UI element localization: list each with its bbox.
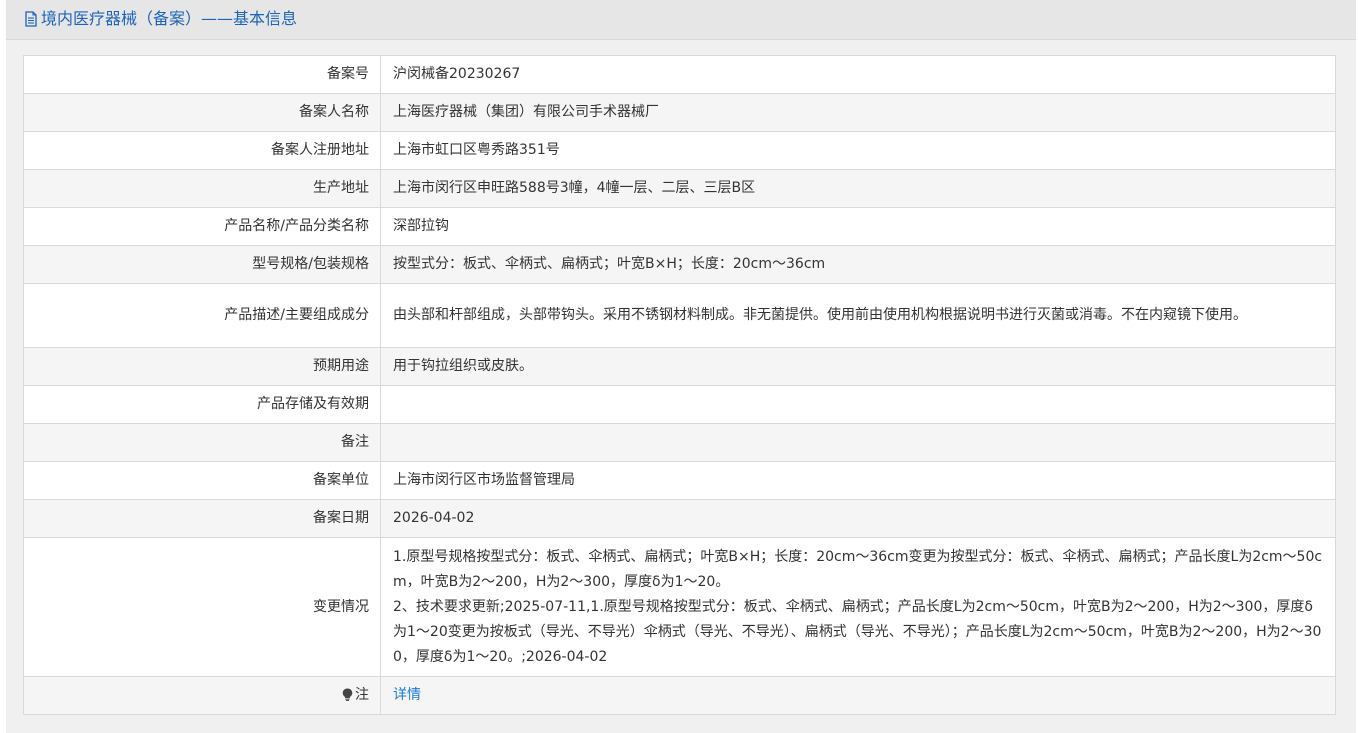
- table-row: 产品存储及有效期: [23, 385, 1336, 424]
- table-row: 注 详情: [23, 676, 1336, 715]
- page-title-text: 境内医疗器械（备案）——基本信息: [41, 9, 298, 28]
- row-label: 注: [355, 687, 369, 703]
- row-label: 变更情况: [23, 537, 381, 677]
- row-value: 详情: [380, 676, 1336, 715]
- page-title: 境内医疗器械（备案）——基本信息: [24, 8, 297, 30]
- row-label: 备案人注册地址: [23, 131, 381, 170]
- table-row: 备案单位 上海市闵行区市场监督管理局: [23, 461, 1336, 500]
- row-value: 由头部和杆部组成，头部带钩头。采用不锈钢材料制成。非无菌提供。使用前由使用机构根…: [380, 283, 1336, 348]
- row-label: 产品存储及有效期: [23, 385, 381, 424]
- row-label: 型号规格/包装规格: [23, 245, 381, 284]
- table-row: 产品名称/产品分类名称 深部拉钩: [23, 207, 1336, 246]
- lightbulb-icon: [342, 688, 353, 701]
- header-bar: 境内医疗器械（备案）——基本信息: [6, 0, 1356, 40]
- table-row: 备注: [23, 423, 1336, 462]
- table-row: 预期用途 用于钩拉组织或皮肤。: [23, 347, 1336, 386]
- row-value: 上海市闵行区申旺路588号3幢，4幢一层、二层、三层B区: [380, 169, 1336, 208]
- row-value: 用于钩拉组织或皮肤。: [380, 347, 1336, 386]
- table-row: 生产地址 上海市闵行区申旺路588号3幢，4幢一层、二层、三层B区: [23, 169, 1336, 208]
- row-label: 产品描述/主要组成成分: [23, 283, 381, 348]
- table-row: 型号规格/包装规格 按型式分：板式、伞柄式、扁柄式；叶宽B×H；长度：20cm～…: [23, 245, 1336, 284]
- page: 境内医疗器械（备案）——基本信息 备案号 沪闵械备20230267 备案人名称 …: [0, 0, 1358, 733]
- row-label: 备案单位: [23, 461, 381, 500]
- row-value: 沪闵械备20230267: [380, 55, 1336, 94]
- details-link[interactable]: 详情: [393, 687, 421, 703]
- table-row: 备案人名称 上海医疗器械（集团）有限公司手术器械厂: [23, 93, 1336, 132]
- row-label: 预期用途: [23, 347, 381, 386]
- basic-info-table: 备案号 沪闵械备20230267 备案人名称 上海医疗器械（集团）有限公司手术器…: [23, 55, 1336, 715]
- row-value: 上海市闵行区市场监督管理局: [380, 461, 1336, 500]
- row-label: 备案人名称: [23, 93, 381, 132]
- row-value: [380, 385, 1336, 424]
- note-label-cell: 注: [23, 676, 381, 715]
- row-label: 生产地址: [23, 169, 381, 208]
- row-value: 按型式分：板式、伞柄式、扁柄式；叶宽B×H；长度：20cm～36cm: [380, 245, 1336, 284]
- row-label: 产品名称/产品分类名称: [23, 207, 381, 246]
- table-row: 变更情况 1.原型号规格按型式分：板式、伞柄式、扁柄式；叶宽B×H；长度：20c…: [23, 537, 1336, 677]
- row-label: 备注: [23, 423, 381, 462]
- row-value: 2026-04-02: [380, 499, 1336, 538]
- table-row: 备案日期 2026-04-02: [23, 499, 1336, 538]
- change-history-value: 1.原型号规格按型式分：板式、伞柄式、扁柄式；叶宽B×H；长度：20cm～36c…: [380, 537, 1336, 677]
- row-label: 备案日期: [23, 499, 381, 538]
- row-value: 上海医疗器械（集团）有限公司手术器械厂: [380, 93, 1336, 132]
- row-label: 备案号: [23, 55, 381, 94]
- document-icon: [25, 11, 37, 27]
- row-value: 上海市虹口区粤秀路351号: [380, 131, 1336, 170]
- row-value: 深部拉钩: [380, 207, 1336, 246]
- table-row: 产品描述/主要组成成分 由头部和杆部组成，头部带钩头。采用不锈钢材料制成。非无菌…: [23, 283, 1336, 348]
- row-value: [380, 423, 1336, 462]
- table-row: 备案号 沪闵械备20230267: [23, 55, 1336, 94]
- table-row: 备案人注册地址 上海市虹口区粤秀路351号: [23, 131, 1336, 170]
- info-panel: 备案号 沪闵械备20230267 备案人名称 上海医疗器械（集团）有限公司手术器…: [6, 40, 1356, 733]
